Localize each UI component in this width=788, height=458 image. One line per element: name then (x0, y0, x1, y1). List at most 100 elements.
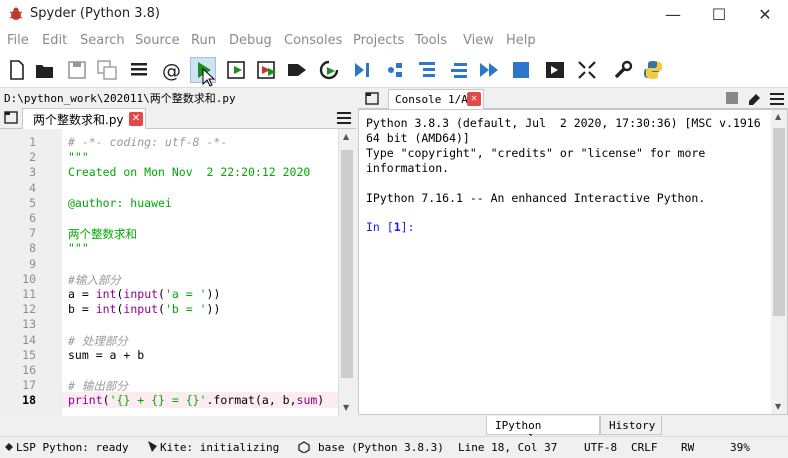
line-number[interactable]: 15 (0, 348, 36, 362)
wrench-icon[interactable] (610, 57, 636, 83)
lsp-arrows-icon (5, 443, 13, 451)
editor-file-tab[interactable]: 两个整数求和.py ✕ (22, 108, 146, 129)
line-number[interactable]: 13 (0, 317, 36, 331)
menu-tools[interactable]: Tools (415, 33, 447, 48)
editor-options-menu-icon[interactable] (337, 112, 351, 124)
step-into-icon[interactable] (414, 57, 440, 83)
fullscreen-icon[interactable] (574, 57, 600, 83)
editor-scroll-thumb[interactable] (341, 150, 353, 378)
list-icon[interactable] (126, 57, 152, 83)
console-options-menu-icon[interactable] (770, 93, 784, 105)
continue-icon[interactable] (476, 57, 502, 83)
code-line[interactable]: b = int(input('b = ')) (68, 302, 220, 316)
code-token: Created on Mon Nov 2 22:20:12 2020 (68, 165, 311, 180)
code-token: input (123, 302, 159, 317)
console-output-line: IPython 7.16.1 -- An enhanced Interactiv… (366, 191, 706, 205)
minimize-button[interactable]: — (650, 0, 696, 28)
line-endings: CRLF (631, 441, 658, 454)
interrupt-kernel-icon[interactable] (726, 92, 738, 104)
browse-console-tabs-icon[interactable] (365, 92, 379, 105)
save-icon[interactable] (64, 57, 90, 83)
toolbar: @ (0, 52, 788, 88)
code-line[interactable]: """ (68, 241, 89, 255)
menu-view[interactable]: View (463, 33, 494, 48)
tab-history[interactable]: History (600, 416, 662, 435)
scroll-up-icon[interactable]: ▲ (343, 132, 349, 141)
menu-bar: File Edit Search Source Run Debug Consol… (0, 28, 788, 52)
new-file-icon[interactable] (4, 57, 30, 83)
code-line[interactable]: # -*- coding: utf-8 -*- (68, 135, 227, 149)
kite-status[interactable]: Kite: initializing (160, 441, 279, 454)
line-number[interactable]: 14 (0, 333, 36, 347)
menu-projects[interactable]: Projects (353, 33, 404, 48)
code-line[interactable]: """ (68, 150, 89, 164)
lsp-status[interactable]: LSP Python: ready (16, 441, 129, 454)
console-scroll-thumb[interactable] (773, 128, 785, 316)
save-all-icon[interactable] (94, 57, 120, 83)
line-number[interactable]: 5 (0, 196, 36, 210)
run-cell-icon[interactable] (224, 57, 250, 83)
line-number[interactable]: 4 (0, 181, 36, 195)
menu-search[interactable]: Search (80, 33, 125, 48)
stop-icon[interactable] (508, 57, 534, 83)
at-icon[interactable]: @ (158, 57, 184, 83)
close-tab-icon[interactable]: ✕ (129, 112, 143, 126)
menu-run[interactable]: Run (191, 33, 216, 48)
run-cell-advance-icon[interactable] (254, 57, 280, 83)
line-number[interactable]: 16 (0, 363, 36, 377)
line-number[interactable]: 1 (0, 135, 36, 149)
step-return-icon[interactable] (446, 57, 472, 83)
line-number[interactable]: 11 (0, 287, 36, 301)
code-token: )) (206, 302, 221, 317)
rerun-icon[interactable] (316, 57, 342, 83)
file-permissions: RW (681, 441, 695, 454)
maximize-pane-icon[interactable] (542, 57, 568, 83)
console-scroll-down-icon[interactable]: ▼ (775, 402, 781, 411)
menu-help[interactable]: Help (506, 33, 536, 48)
browse-tabs-icon[interactable] (4, 111, 18, 124)
console-output-line: Type "copyright", "credits" or "license"… (366, 146, 706, 160)
close-console-tab-icon[interactable]: ✕ (467, 92, 481, 106)
maximize-button[interactable]: ☐ (696, 0, 742, 28)
close-window-button[interactable]: ✕ (742, 0, 788, 28)
console-output-line: information. (366, 161, 450, 175)
line-number[interactable]: 2 (0, 150, 36, 164)
tab-ipython-console[interactable]: IPython console (486, 416, 600, 445)
code-line[interactable]: Created on Mon Nov 2 22:20:12 2020 (68, 165, 310, 179)
line-number[interactable]: 3 (0, 165, 36, 179)
line-number[interactable]: 7 (0, 226, 36, 240)
console-scroll-up-icon[interactable]: ▲ (775, 112, 781, 121)
code-line[interactable]: # 处理部分 (68, 333, 128, 349)
line-number[interactable]: 9 (0, 257, 36, 271)
menu-consoles[interactable]: Consoles (284, 33, 342, 48)
code-token: int (95, 302, 117, 317)
menu-edit[interactable]: Edit (42, 33, 67, 48)
step-icon[interactable] (382, 57, 408, 83)
line-number[interactable]: 8 (0, 241, 36, 255)
clear-console-icon[interactable] (746, 91, 762, 105)
code-line[interactable]: @author: huawei (68, 196, 172, 210)
code-line[interactable]: 两个整数求和 (68, 226, 137, 242)
environment-status[interactable]: base (Python 3.8.3) (318, 441, 444, 454)
menu-source[interactable]: Source (135, 33, 180, 48)
code-token: 两个整数求和 (68, 227, 137, 242)
line-number[interactable]: 10 (0, 272, 36, 286)
python-icon[interactable] (640, 57, 666, 83)
line-number[interactable]: 12 (0, 302, 36, 316)
code-line[interactable]: sum = a + b (68, 348, 144, 362)
debug-icon[interactable] (350, 57, 376, 83)
code-token: b = (68, 302, 96, 317)
environment-icon (298, 441, 310, 453)
code-line[interactable]: a = int(input('a = ')) (68, 287, 220, 301)
line-number[interactable]: 17 (0, 378, 36, 392)
current-line-marker (0, 398, 356, 414)
code-token: int (95, 287, 117, 301)
code-line[interactable]: #输入部分 (68, 272, 121, 288)
line-number[interactable]: 6 (0, 211, 36, 225)
scroll-down-icon[interactable]: ▼ (343, 403, 349, 412)
console-tab[interactable]: Console 1/A ✕ (388, 89, 484, 109)
open-folder-icon[interactable] (32, 57, 58, 83)
run-selection-icon[interactable] (284, 57, 310, 83)
menu-debug[interactable]: Debug (229, 33, 272, 48)
menu-file[interactable]: File (7, 33, 29, 48)
